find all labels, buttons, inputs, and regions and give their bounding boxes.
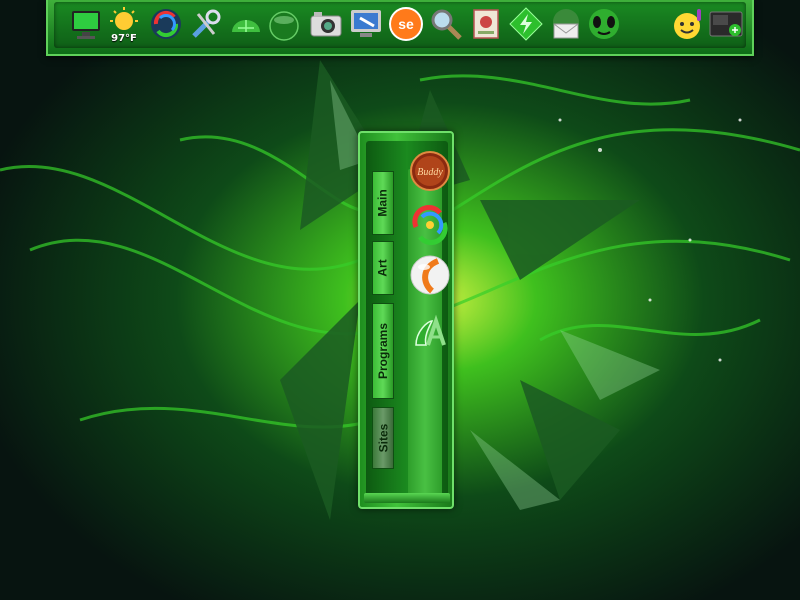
sa-logo-icon[interactable]	[408, 311, 452, 355]
tab-main-label: Main	[376, 189, 390, 217]
buddy-badge-text: Buddy	[417, 167, 443, 178]
svg-text:se: se	[398, 16, 414, 32]
alien-face-icon[interactable]	[586, 6, 622, 42]
dock-tray: 97°F se	[54, 2, 746, 48]
tab-programs-label: Programs	[376, 322, 390, 380]
tools-icon[interactable]	[188, 6, 224, 42]
top-dock: 97°F se	[46, 0, 754, 56]
green-dome-icon[interactable]	[228, 6, 264, 42]
smiley-icon[interactable]	[670, 6, 706, 42]
launcher-panel: Main Art Programs Sites Buddy	[358, 131, 454, 509]
power-gem-icon[interactable]	[508, 6, 544, 42]
tab-programs[interactable]: Programs	[372, 303, 394, 399]
weather-widget[interactable]: 97°F	[106, 6, 142, 44]
search-magnifier-icon[interactable]	[428, 6, 464, 42]
tab-sites-label: Sites	[376, 423, 390, 453]
camera-icon[interactable]	[308, 6, 344, 42]
media-box-icon[interactable]	[708, 6, 744, 42]
buddy-badge-icon[interactable]: Buddy	[408, 149, 452, 193]
tab-main[interactable]: Main	[372, 171, 394, 235]
launcher-panel-footer	[364, 493, 450, 503]
monitor-icon[interactable]	[68, 6, 104, 42]
network-monitor-icon[interactable]	[348, 6, 384, 42]
orange-orb-icon[interactable]	[408, 253, 452, 297]
mail-globe-icon[interactable]	[548, 6, 584, 42]
glass-orb-icon[interactable]	[266, 6, 302, 42]
circular-arrows-icon[interactable]	[148, 6, 184, 42]
tab-art-label: Art	[376, 259, 390, 277]
se-icon[interactable]: se	[388, 6, 424, 42]
weather-temperature: 97°F	[111, 33, 137, 44]
tab-art[interactable]: Art	[372, 241, 394, 295]
tab-sites[interactable]: Sites	[372, 407, 394, 469]
color-swirl-icon[interactable]	[408, 203, 452, 247]
launcher-panel-body: Main Art Programs Sites Buddy	[366, 141, 450, 499]
stamp-icon[interactable]	[468, 6, 504, 42]
